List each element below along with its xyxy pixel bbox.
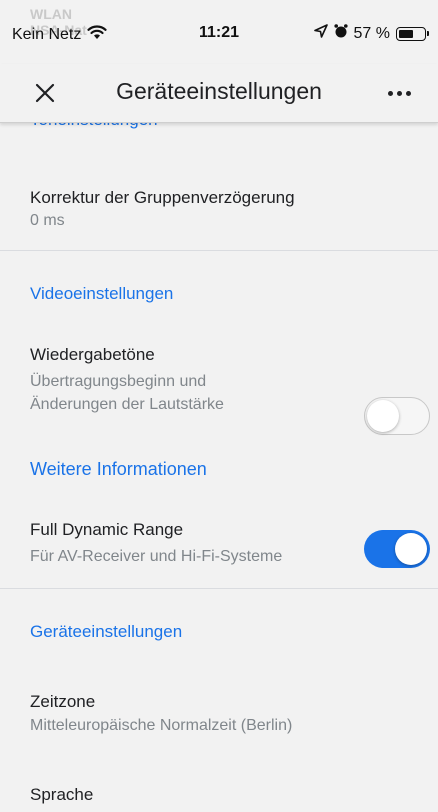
language-title: Sprache — [30, 785, 94, 804]
alarm-icon — [333, 23, 348, 44]
playback-tones-toggle[interactable] — [364, 397, 430, 435]
settings-list[interactable]: Toneinstellungen Korrektur der Gruppenve… — [0, 122, 438, 812]
divider — [0, 588, 438, 589]
timezone-title: Zeitzone — [30, 692, 96, 711]
more-dots-icon — [387, 90, 393, 96]
timezone-value: Mitteleuropäische Normalzeit (Berlin) — [30, 717, 293, 734]
section-header-video: Videoeinstellungen — [30, 284, 174, 303]
full-dynamic-range-subtitle: Für AV-Receiver und Hi-Fi-Systeme — [30, 548, 283, 565]
divider — [0, 250, 438, 251]
playback-tones-subtitle-2: Änderungen der Lautstärke — [30, 396, 224, 413]
page-title: Geräteeinstellungen — [116, 78, 322, 104]
app-bar: Geräteeinstellungen — [0, 64, 438, 123]
battery-icon — [396, 26, 429, 41]
playback-tones-subtitle-1: Übertragungsbeginn und — [30, 373, 207, 390]
status-bar: WLAN NSA-Nat Kein Netz 11:21 57 % — [0, 0, 438, 64]
full-dynamic-range-toggle[interactable] — [364, 530, 430, 568]
status-right: 57 % — [313, 23, 429, 44]
toggle-knob — [367, 400, 399, 432]
full-dynamic-range-title: Full Dynamic Range — [30, 520, 184, 539]
group-delay-title: Korrektur der Gruppenverzögerung — [30, 188, 295, 207]
toggle-knob — [395, 533, 427, 565]
more-options-button[interactable] — [382, 76, 416, 110]
battery-percent: 57 % — [353, 24, 390, 42]
location-arrow-icon — [313, 24, 328, 43]
more-info-link[interactable]: Weitere Informationen — [30, 459, 207, 480]
playback-tones-title: Wiedergabetöne — [30, 345, 155, 364]
group-delay-value: 0 ms — [30, 212, 65, 229]
section-header-tone: Toneinstellungen — [30, 122, 158, 130]
section-header-device: Geräteeinstellungen — [30, 622, 183, 641]
